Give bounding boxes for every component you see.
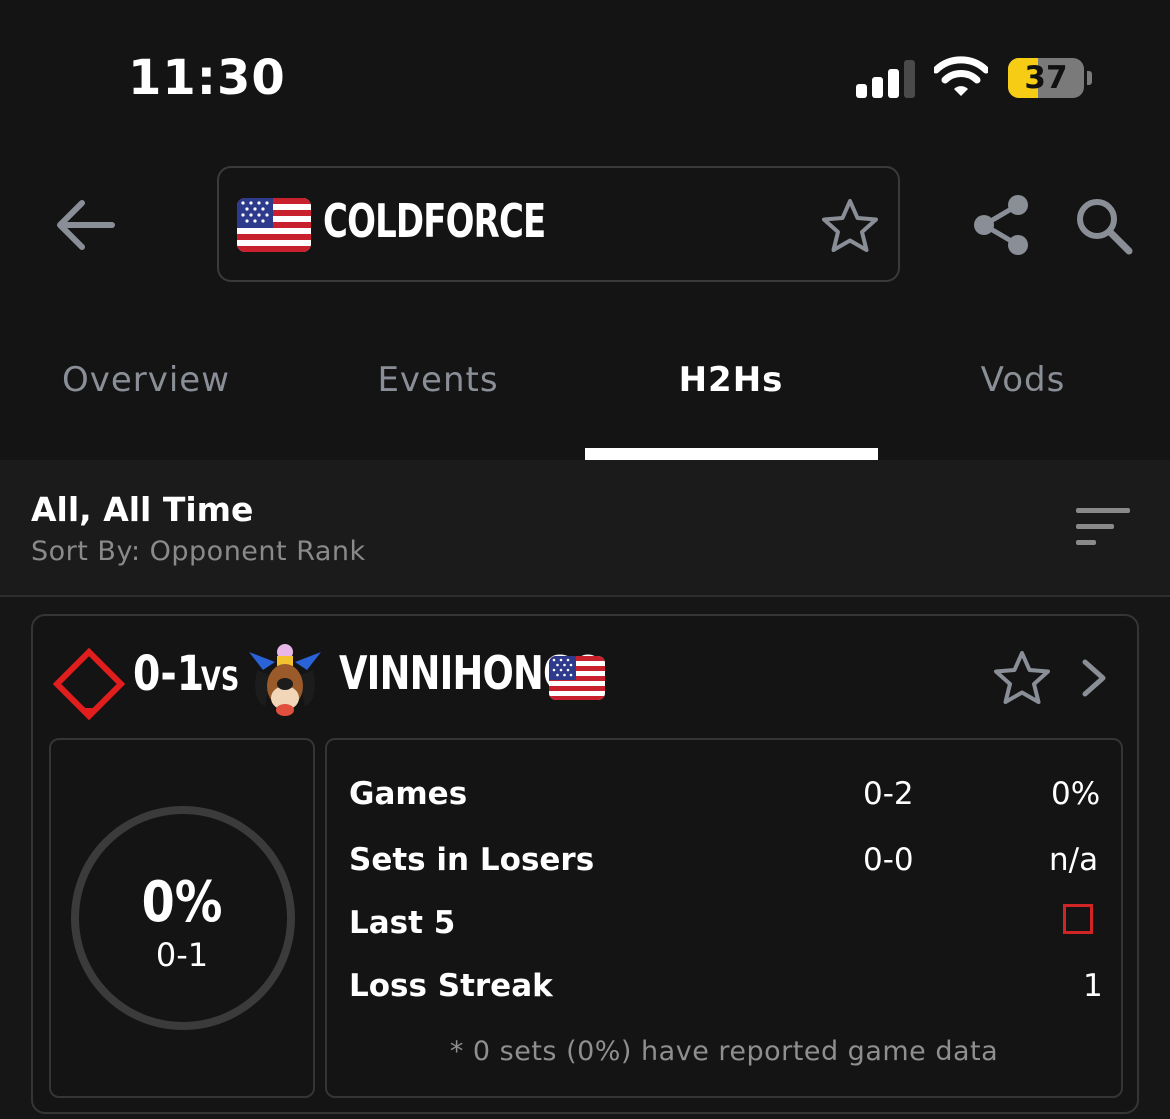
favorite-star-icon[interactable] (819, 196, 881, 256)
last5-loss-marker (1063, 904, 1093, 934)
tab-vods[interactable]: Vods (877, 360, 1169, 400)
loss-diamond-icon (53, 648, 125, 720)
active-tab-indicator (585, 448, 878, 460)
filter-bar[interactable]: All, All Time Sort By: Opponent Rank (0, 460, 1170, 597)
tab-events[interactable]: Events (292, 360, 584, 400)
opponent-avatar-icon (249, 644, 321, 716)
top-bar: 11:30 37 COLDFORCE Overview Events H2Hs … (0, 0, 1170, 460)
games-value: 0-2 (863, 776, 914, 812)
us-flag-icon (549, 656, 605, 700)
battery-icon: 37 (1008, 58, 1084, 98)
h2h-record: 0-1 (133, 646, 205, 702)
battery-percent: 37 (1024, 60, 1068, 96)
tab-h2hs[interactable]: H2Hs (585, 360, 877, 400)
player-name: COLDFORCE (323, 194, 546, 248)
search-icon[interactable] (1072, 194, 1134, 256)
last5-label: Last 5 (349, 905, 456, 941)
game-data-footnote: * 0 sets (0%) have reported game data (449, 1036, 999, 1067)
back-arrow-icon[interactable] (50, 190, 120, 260)
win-percentage-panel: 0% 0-1 (49, 738, 315, 1098)
losers-percent: n/a (1049, 842, 1099, 878)
stats-panel: Games 0-2 0% Sets in Losers 0-0 n/a Last… (325, 738, 1123, 1098)
win-percentage: 0% (141, 870, 223, 935)
wifi-icon (934, 56, 988, 96)
tab-bar: Overview Events H2Hs Vods (0, 340, 1170, 460)
chevron-right-icon[interactable] (1079, 656, 1109, 700)
losers-value: 0-0 (863, 842, 914, 878)
vs-label: VS (201, 660, 240, 698)
streak-value: 1 (1083, 968, 1103, 1004)
losers-label: Sets in Losers (349, 842, 595, 878)
filter-title: All, All Time (31, 490, 254, 529)
player-header: COLDFORCE (217, 166, 900, 282)
us-flag-icon (237, 198, 311, 252)
battery-tip (1087, 71, 1092, 85)
tab-overview[interactable]: Overview (0, 360, 292, 400)
set-record: 0-1 (155, 936, 209, 974)
streak-label: Loss Streak (349, 968, 553, 1004)
games-label: Games (349, 776, 468, 812)
sort-label: Sort By: Opponent Rank (31, 536, 366, 567)
games-percent: 0% (1051, 776, 1101, 812)
status-time: 11:30 (128, 50, 286, 106)
sort-icon[interactable] (1074, 508, 1132, 548)
cellular-signal-icon (856, 58, 916, 98)
h2h-card[interactable]: 0-1 VS VINNIHONGO 0% 0-1 Games 0-2 0% Se… (31, 614, 1139, 1114)
share-icon[interactable] (970, 192, 1034, 258)
favorite-star-icon[interactable] (991, 648, 1053, 708)
